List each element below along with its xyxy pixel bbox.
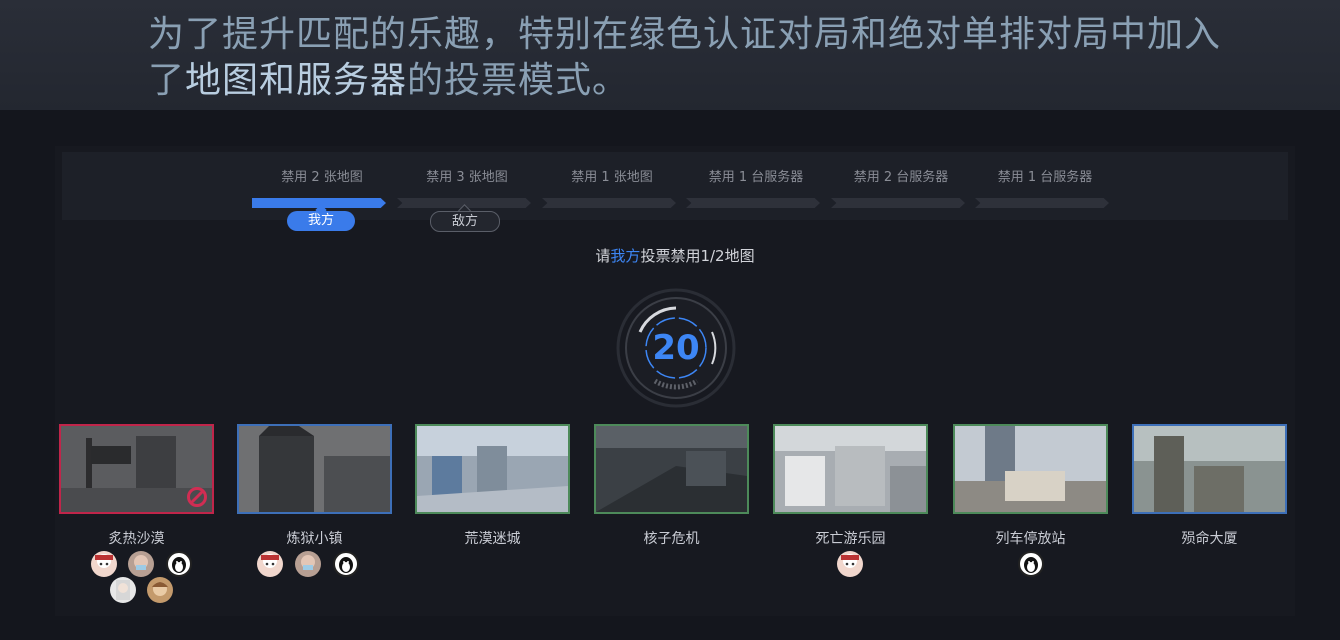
avatar-face-icon xyxy=(95,554,113,568)
step-progress-arrow xyxy=(542,198,676,208)
map-name: 殒命大厦 xyxy=(1181,531,1238,547)
step-progress-arrow xyxy=(831,198,965,208)
avatar-face-icon xyxy=(841,554,859,568)
map-thumbnail xyxy=(239,426,390,512)
voter-avatar xyxy=(91,551,117,577)
map-card-fatal-tower[interactable] xyxy=(1132,424,1287,514)
avatar-face-icon xyxy=(152,582,168,596)
headline-banner: 为了提升匹配的乐趣，特别在绿色认证对局和绝对单排对局中加入 了地图和服务器的投票… xyxy=(0,0,1340,110)
voter-avatar xyxy=(257,551,283,577)
avatar-face-icon xyxy=(261,554,279,568)
step-label: 禁用 3 张地图 xyxy=(426,170,508,185)
map-name: 炙热沙漠 xyxy=(108,531,165,547)
step-label: 禁用 2 台服务器 xyxy=(853,170,949,185)
map-card-death-amusement-park[interactable] xyxy=(773,424,928,514)
vote-prompt: 请我方投票禁用1/2地图 xyxy=(0,245,1340,266)
headline-text: 为了提升匹配的乐趣，特别在绿色认证对局和绝对单排对局中加入 了地图和服务器的投票… xyxy=(148,12,1278,104)
avatar-face-icon xyxy=(301,555,315,570)
headline-line2-prefix: 了 xyxy=(148,60,186,101)
map-card-purgatory-town[interactable] xyxy=(237,424,392,514)
side-badge-enemy: 敌方 xyxy=(430,211,500,232)
voter-avatar xyxy=(110,577,136,603)
step-ban-1-server-final: 禁用 1 台服务器 xyxy=(975,152,1115,220)
map-name: 列车停放站 xyxy=(995,531,1066,547)
penguin-icon xyxy=(172,557,186,573)
map-thumbnail xyxy=(775,426,926,512)
ban-step-bar: 禁用 2 张地图 禁用 3 张地图 禁用 1 张地图 禁用 1 台服务器 禁用 … xyxy=(62,152,1288,220)
step-label: 禁用 1 张地图 xyxy=(571,170,653,185)
map-thumbnail xyxy=(1134,426,1285,512)
step-label: 禁用 1 台服务器 xyxy=(708,170,804,185)
side-badge-mine: 我方 xyxy=(287,211,355,231)
map-card-train-yard[interactable] xyxy=(953,424,1108,514)
timer-value: 20 xyxy=(652,328,700,368)
headline-line2-suffix: 的投票模式。 xyxy=(407,60,630,101)
voter-avatar xyxy=(333,551,359,577)
map-thumbnail xyxy=(417,426,568,512)
step-ban-2-servers: 禁用 2 台服务器 xyxy=(831,152,971,220)
penguin-icon xyxy=(1024,557,1038,573)
prompt-prefix: 请 xyxy=(595,247,611,265)
step-label: 禁用 1 台服务器 xyxy=(997,170,1093,185)
voter-avatar xyxy=(147,577,173,603)
step-ban-1-server: 禁用 1 台服务器 xyxy=(686,152,826,220)
voter-avatar xyxy=(837,551,863,577)
step-label: 禁用 2 张地图 xyxy=(281,170,363,185)
headline-line1: 为了提升匹配的乐趣，特别在绿色认证对局和绝对单排对局中加入 xyxy=(148,14,1222,55)
avatar-face-icon xyxy=(134,555,148,570)
map-card-nuclear-crisis[interactable] xyxy=(594,424,749,514)
map-card-inferno-desert[interactable] xyxy=(59,424,214,514)
voter-avatar xyxy=(1018,551,1044,577)
step-ban-1-map: 禁用 1 张地图 xyxy=(542,152,682,220)
voter-avatar xyxy=(128,551,154,577)
step-progress-arrow xyxy=(686,198,820,208)
avatar-face-icon xyxy=(116,580,130,600)
ban-icon xyxy=(187,487,207,507)
prompt-suffix: 投票禁用1/2地图 xyxy=(640,247,755,265)
map-name: 炼狱小镇 xyxy=(286,531,343,547)
penguin-icon xyxy=(339,557,353,573)
map-name: 荒漠迷城 xyxy=(464,531,521,547)
map-name: 死亡游乐园 xyxy=(815,531,886,547)
voter-avatar xyxy=(295,551,321,577)
countdown-timer: 20 xyxy=(615,287,737,409)
step-progress-arrow xyxy=(975,198,1109,208)
map-thumbnail xyxy=(955,426,1106,512)
voter-avatar xyxy=(166,551,192,577)
map-thumbnail xyxy=(596,426,747,512)
map-card-desert-maze[interactable] xyxy=(415,424,570,514)
prompt-side: 我方 xyxy=(610,247,641,265)
headline-line2-highlight: 地图和服务器 xyxy=(185,60,408,101)
map-name: 核子危机 xyxy=(643,531,700,547)
